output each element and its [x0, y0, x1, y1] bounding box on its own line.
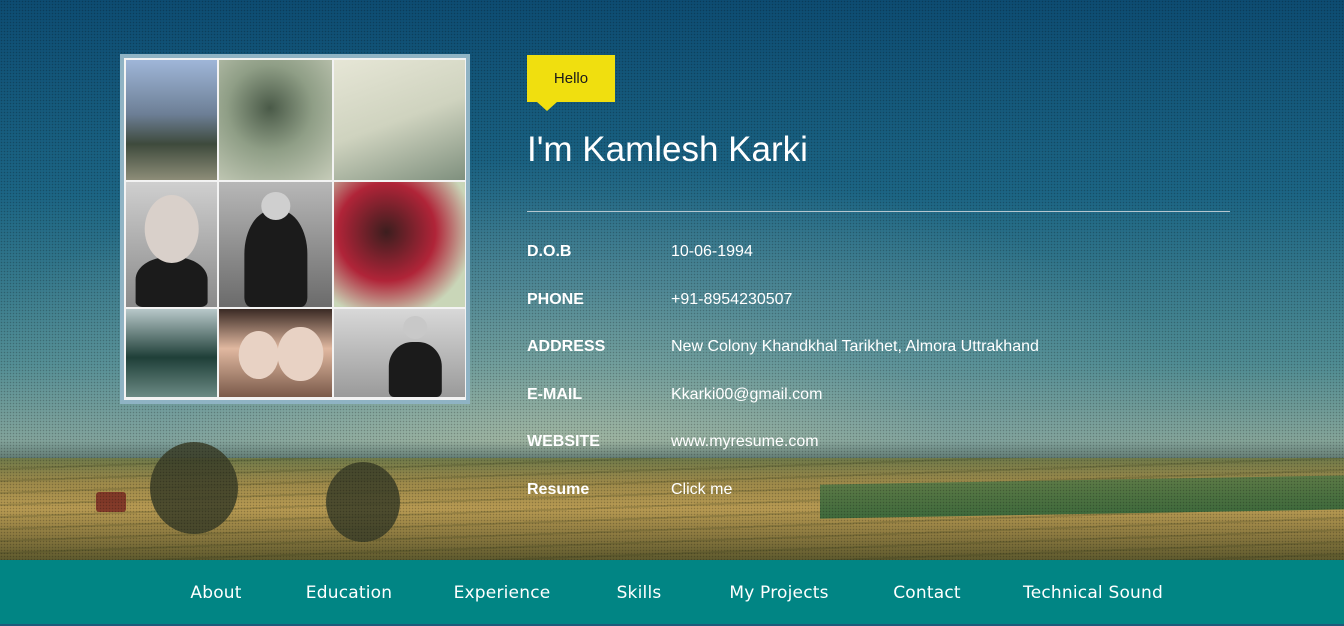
- detail-label: D.O.B: [527, 243, 572, 260]
- photo-red-tree: [334, 182, 465, 307]
- detail-label: E-MAIL: [527, 385, 583, 403]
- photo-lake-tree: [126, 309, 217, 397]
- nav-item-my-projects[interactable]: My Projects: [729, 560, 828, 624]
- photo-portrait: [126, 182, 217, 307]
- detail-label: PHONE: [527, 290, 584, 308]
- detail-row-resume: Resume Click me: [527, 481, 1247, 529]
- nav-item-technical-sound[interactable]: Technical Sound: [1023, 560, 1163, 624]
- hello-badge: Hello: [527, 55, 615, 111]
- detail-value-address: New Colony Khandkhal Tarikhet, Almora Ut…: [671, 338, 1039, 355]
- nav-item-contact[interactable]: Contact: [893, 560, 961, 624]
- detail-row-address: ADDRESS New Colony Khandkhal Tarikhet, A…: [527, 338, 1247, 386]
- photo-tree-sky: [334, 60, 465, 180]
- detail-value-email: Kkarki00@gmail.com: [671, 385, 823, 403]
- nav-item-education[interactable]: Education: [306, 560, 392, 624]
- photo-person-sitting: [219, 182, 332, 307]
- photo-misty-tree: [219, 60, 332, 180]
- nav-item-about[interactable]: About: [190, 560, 241, 624]
- detail-row-email: E-MAIL Kkarki00@gmail.com: [527, 386, 1247, 434]
- detail-value-phone: +91-8954230507: [671, 290, 793, 308]
- photo-selfie: [219, 309, 332, 397]
- resume-link[interactable]: Click me: [671, 481, 732, 499]
- detail-label: WEBSITE: [527, 433, 600, 450]
- detail-label: Resume: [527, 480, 590, 498]
- nav-item-experience[interactable]: Experience: [454, 560, 551, 624]
- detail-value-dob: 10-06-1994: [671, 243, 753, 260]
- detail-row-dob: D.O.B 10-06-1994: [527, 243, 1247, 291]
- detail-value-website: www.myresume.com: [671, 433, 819, 450]
- divider: [527, 211, 1230, 212]
- page-title: I'm Kamlesh Karki: [527, 130, 808, 169]
- photo-person-standing: [334, 309, 465, 397]
- nav-item-skills[interactable]: Skills: [617, 560, 662, 624]
- personal-details: D.O.B 10-06-1994 PHONE +91-8954230507 AD…: [527, 243, 1247, 528]
- profile-photo-collage: [120, 54, 470, 404]
- detail-label: ADDRESS: [527, 338, 606, 355]
- detail-row-phone: PHONE +91-8954230507: [527, 291, 1247, 339]
- detail-row-website: WEBSITE www.myresume.com: [527, 433, 1247, 481]
- photo-trees-road: [126, 60, 217, 180]
- bottom-nav-bar: About Education Experience Skills My Pro…: [0, 560, 1344, 624]
